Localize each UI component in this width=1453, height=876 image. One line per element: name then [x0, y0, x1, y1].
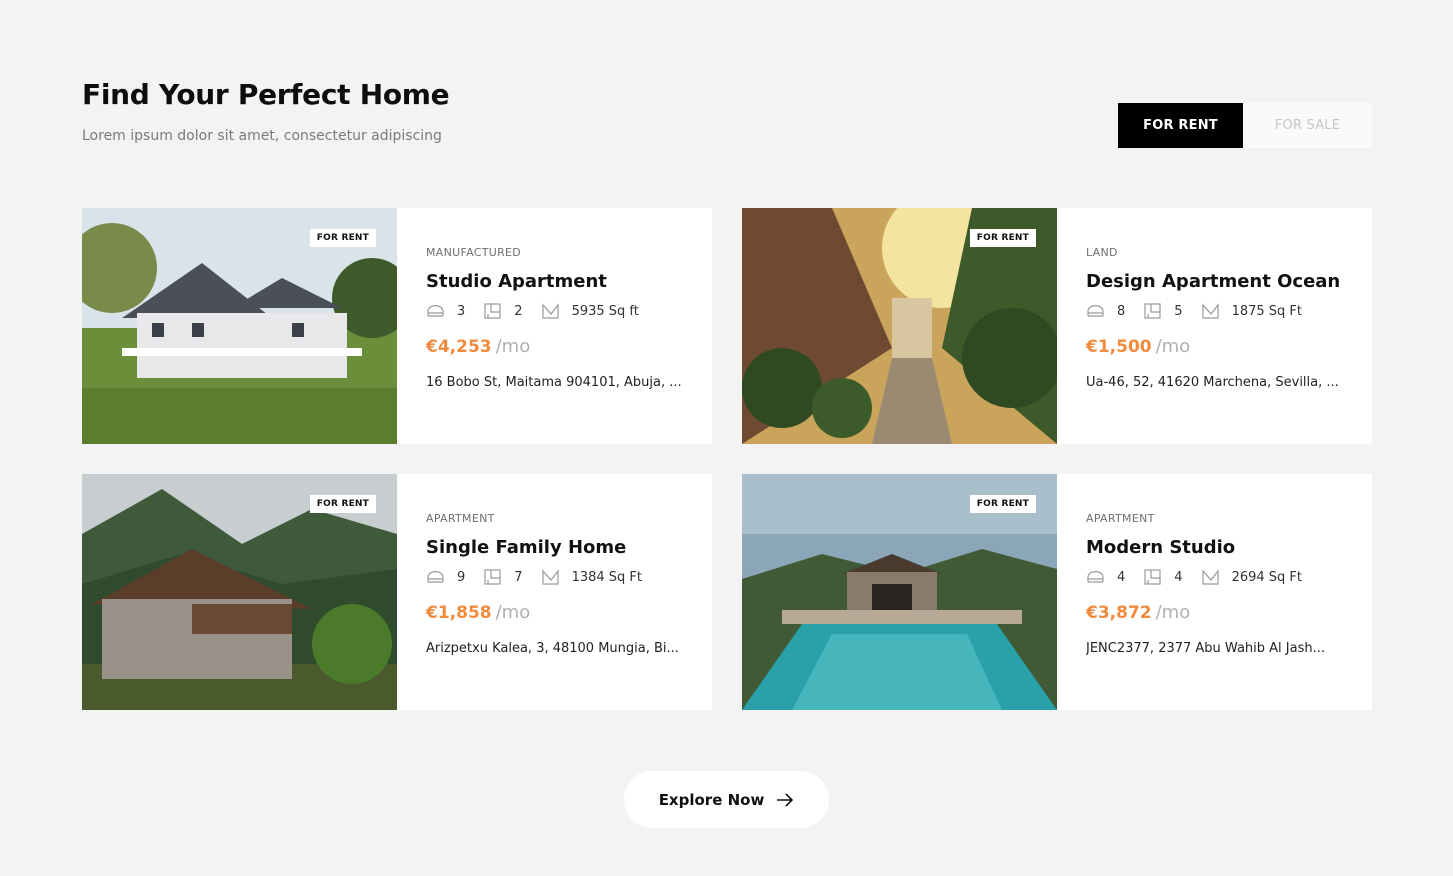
- area-size: 1384 Sq Ft: [571, 569, 642, 585]
- property-address: JENC2377, 2377 Abu Wahib Al Jash...: [1086, 641, 1326, 656]
- property-name[interactable]: Design Apartment Ocean ...: [1086, 271, 1346, 292]
- property-name[interactable]: Single Family Home: [426, 537, 686, 558]
- price-period: /mo: [495, 336, 531, 357]
- property-name[interactable]: Studio Apartment: [426, 271, 686, 292]
- area-size: 5935 Sq ft: [571, 303, 639, 319]
- bath-icon: [1144, 303, 1161, 319]
- bath-icon: [484, 303, 501, 319]
- bed-icon: [1087, 305, 1104, 317]
- beds-count: 4: [1117, 569, 1126, 585]
- property-info: MANUFACTURED Studio Apartment 3 2 5935 S…: [397, 208, 712, 444]
- price-period: /mo: [1155, 336, 1191, 357]
- arrow-right-icon: [777, 792, 794, 807]
- for-rent-badge: FOR RENT: [309, 229, 376, 247]
- area-size: 2694 Sq Ft: [1231, 569, 1302, 585]
- property-address: 16 Bobo St, Maitama 904101, Abuja, ...: [426, 375, 682, 390]
- section-header: Find Your Perfect Home Lorem ipsum dolor…: [82, 78, 450, 144]
- property-photo[interactable]: FOR RENT: [82, 208, 397, 444]
- property-photo[interactable]: FOR RENT: [82, 474, 397, 710]
- area-icon: [1201, 569, 1219, 585]
- bed-icon: [427, 571, 444, 583]
- property-card[interactable]: FOR RENT APARTMENT Single Family Home 9 …: [82, 474, 712, 710]
- area-icon: [541, 303, 559, 319]
- for-sale-tab[interactable]: FOR SALE: [1243, 103, 1372, 148]
- bed-icon: [427, 305, 444, 317]
- property-price: €1,500/mo: [1086, 336, 1372, 357]
- for-rent-tab[interactable]: FOR RENT: [1118, 103, 1243, 148]
- beds-count: 8: [1117, 303, 1126, 319]
- explore-now-button[interactable]: Explore Now: [624, 771, 829, 828]
- property-type: LAND: [1086, 246, 1118, 259]
- property-features: 9 7 1384 Sq Ft: [426, 569, 712, 585]
- baths-count: 7: [514, 569, 523, 585]
- property-features: 8 5 1875 Sq Ft: [1086, 303, 1372, 319]
- price-amount: €4,253: [426, 337, 492, 357]
- price-period: /mo: [1155, 602, 1191, 623]
- price-period: /mo: [495, 602, 531, 623]
- explore-now-label: Explore Now: [658, 790, 765, 809]
- area-icon: [541, 569, 559, 585]
- property-type: APARTMENT: [1086, 512, 1155, 525]
- property-info: LAND Design Apartment Ocean ... 8 5 1875…: [1057, 208, 1372, 444]
- property-info: APARTMENT Modern Studio 4 4 2694 Sq Ft €…: [1057, 474, 1372, 710]
- beds-count: 3: [457, 303, 466, 319]
- property-name[interactable]: Modern Studio: [1086, 537, 1346, 558]
- bath-icon: [484, 569, 501, 585]
- property-features: 3 2 5935 Sq ft: [426, 303, 712, 319]
- property-photo[interactable]: FOR RENT: [742, 474, 1057, 710]
- beds-count: 9: [457, 569, 466, 585]
- property-photo[interactable]: FOR RENT: [742, 208, 1057, 444]
- property-price: €4,253/mo: [426, 336, 712, 357]
- property-price: €1,858/mo: [426, 602, 712, 623]
- property-info: APARTMENT Single Family Home 9 7 1384 Sq…: [397, 474, 712, 710]
- listing-type-toggle: FOR RENT FOR SALE: [1118, 103, 1372, 148]
- area-size: 1875 Sq Ft: [1231, 303, 1302, 319]
- property-card[interactable]: FOR RENT MANUFACTURED Studio Apartment 3…: [82, 208, 712, 444]
- page-title: Find Your Perfect Home: [82, 78, 450, 111]
- area-icon: [1201, 303, 1219, 319]
- bed-icon: [1087, 571, 1104, 583]
- property-card[interactable]: FOR RENT APARTMENT Modern Studio 4 4 269…: [742, 474, 1372, 710]
- baths-count: 4: [1174, 569, 1183, 585]
- property-type: APARTMENT: [426, 512, 495, 525]
- price-amount: €1,500: [1086, 337, 1152, 357]
- property-address: Ua-46, 52, 41620 Marchena, Sevilla, ...: [1086, 375, 1339, 390]
- for-rent-badge: FOR RENT: [309, 495, 376, 513]
- property-features: 4 4 2694 Sq Ft: [1086, 569, 1372, 585]
- for-rent-badge: FOR RENT: [969, 495, 1036, 513]
- price-amount: €1,858: [426, 603, 492, 623]
- property-card[interactable]: FOR RENT LAND Design Apartment Ocean ...…: [742, 208, 1372, 444]
- for-rent-badge: FOR RENT: [969, 229, 1036, 247]
- baths-count: 2: [514, 303, 523, 319]
- property-type: MANUFACTURED: [426, 246, 522, 259]
- price-amount: €3,872: [1086, 603, 1152, 623]
- property-address: Arizpetxu Kalea, 3, 48100 Mungia, Bi...: [426, 641, 679, 656]
- bath-icon: [1144, 569, 1161, 585]
- baths-count: 5: [1174, 303, 1183, 319]
- property-price: €3,872/mo: [1086, 602, 1372, 623]
- page-subtitle: Lorem ipsum dolor sit amet, consectetur …: [82, 128, 442, 144]
